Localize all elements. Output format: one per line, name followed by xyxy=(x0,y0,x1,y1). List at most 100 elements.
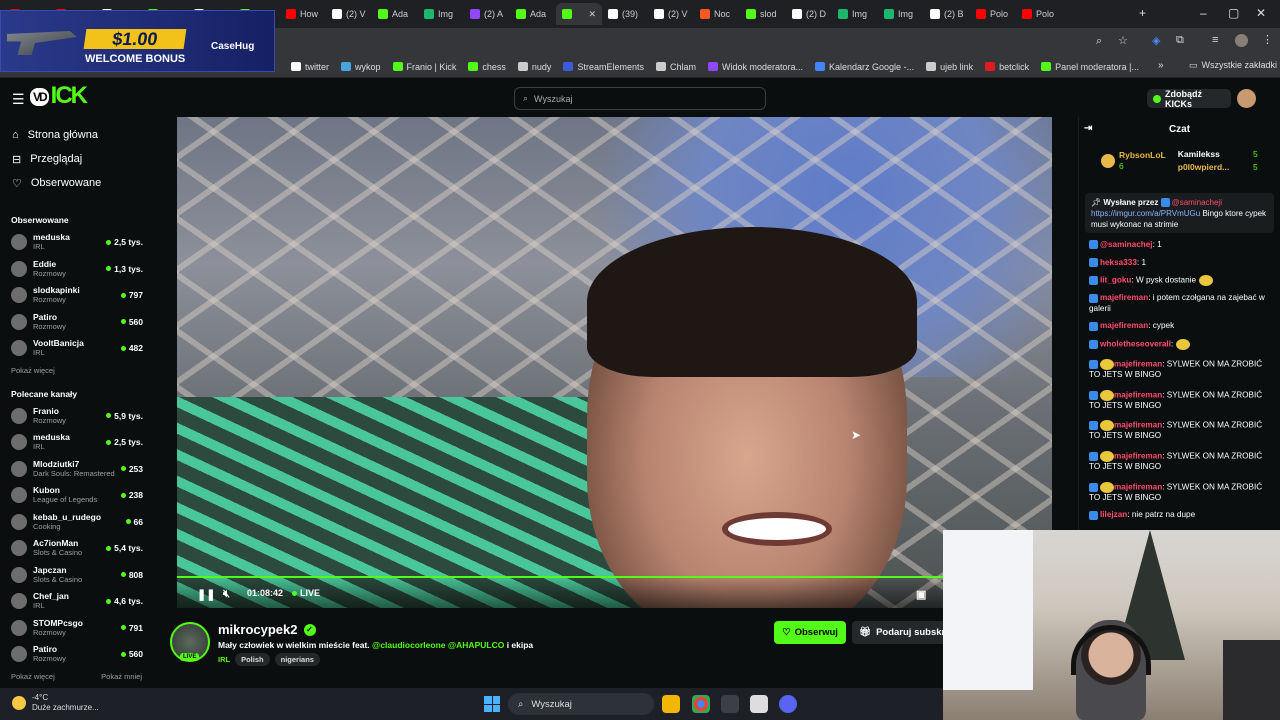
extension-icon[interactable]: ◈ xyxy=(1152,34,1160,47)
bookmark-item[interactable]: Kalendarz Google -... xyxy=(809,62,920,72)
chat-username[interactable]: wholetheseoverall xyxy=(1100,339,1171,348)
bookmark-item[interactable]: ujeb link xyxy=(920,62,979,72)
video-player[interactable] xyxy=(177,117,1052,608)
bookmark-item[interactable]: Franio | Kick xyxy=(387,62,463,72)
bookmark-item[interactable]: twitter xyxy=(285,62,335,72)
user-avatar[interactable] xyxy=(1237,89,1256,108)
channel-item[interactable]: Franio Rozmowy 5,9 tys. xyxy=(0,403,152,430)
close-tab-icon[interactable]: ✕ xyxy=(588,9,596,20)
nav-item[interactable]: ♡ Obserwowane xyxy=(0,171,152,195)
collapse-chat-icon[interactable]: ⇥ xyxy=(1084,123,1092,134)
star-icon[interactable]: ☆ xyxy=(1118,34,1128,47)
browser-tab[interactable]: How xyxy=(280,3,326,25)
tag[interactable]: Polish xyxy=(235,653,270,666)
get-kicks-button[interactable]: Zdobądź KICKs xyxy=(1147,89,1231,109)
channel-item[interactable]: Patiro Rozmowy 560 xyxy=(0,309,152,336)
channel-item[interactable]: meduska IRL 2,5 tys. xyxy=(0,229,152,256)
weather-widget[interactable]: -4°C Duże zachmurze... xyxy=(12,693,99,713)
chat-username[interactable]: majefireman xyxy=(1114,421,1162,430)
chat-username[interactable]: heksa333 xyxy=(1100,258,1137,267)
browser-tab[interactable]: Img xyxy=(418,3,464,25)
chat-username[interactable]: lilejzan xyxy=(1100,510,1127,519)
start-button[interactable] xyxy=(484,696,500,712)
chat-username[interactable]: @saminachej xyxy=(1100,240,1153,249)
browser-tab[interactable]: Noc xyxy=(694,3,740,25)
menu-icon[interactable]: ⋮ xyxy=(1262,33,1273,46)
follow-button[interactable]: ♡ Obserwuj xyxy=(774,621,846,644)
chat-username[interactable]: majefireman xyxy=(1114,482,1162,491)
browser-tab[interactable]: Img xyxy=(832,3,878,25)
pause-icon[interactable]: ❚❚ xyxy=(197,588,215,601)
progress-bar[interactable] xyxy=(177,576,1052,578)
show-more-recommended[interactable]: Pokaż więcej xyxy=(11,672,55,681)
chat-username[interactable]: majefireman xyxy=(1114,452,1162,461)
discord-icon[interactable] xyxy=(779,695,797,713)
show-less-recommended[interactable]: Pokaż mniej xyxy=(101,672,142,681)
bookmark-item[interactable]: betclick xyxy=(979,62,1035,72)
chat-username[interactable]: lit_goku xyxy=(1100,276,1131,285)
casehug-ad-banner[interactable]: $1.00 WELCOME BONUS CaseHug xyxy=(0,10,275,72)
browser-tab[interactable]: Polo xyxy=(970,3,1016,25)
channel-item[interactable]: Japczan Slots & Casino 808 xyxy=(0,562,152,589)
show-more-followed[interactable]: Pokaż więcej xyxy=(0,366,152,375)
nav-item[interactable]: ⊟ Przeglądaj xyxy=(0,147,152,171)
file-explorer-icon[interactable] xyxy=(662,695,680,713)
channel-item[interactable]: meduska IRL 2,5 tys. xyxy=(0,429,152,456)
bookmark-item[interactable]: Panel moderatora |... xyxy=(1035,62,1145,72)
puzzle-icon[interactable]: ⧉ xyxy=(1176,34,1184,47)
browser-tab[interactable]: Img xyxy=(878,3,924,25)
new-tab-button[interactable]: + xyxy=(1139,6,1146,20)
channel-item[interactable]: VooltBanicja IRL 482 xyxy=(0,335,152,362)
channel-item[interactable]: Kubon League of Legends 238 xyxy=(0,482,152,509)
pinned-link[interactable]: https://imgur.com/a/PRVmUGu xyxy=(1091,209,1200,218)
browser-tab[interactable]: (2) B xyxy=(924,3,970,25)
browser-tab[interactable]: Ada xyxy=(510,3,556,25)
hamburger-menu-icon[interactable]: ☰ xyxy=(12,91,25,108)
zoom-icon[interactable]: ⌕ xyxy=(1096,35,1102,48)
gift-sub-button[interactable]: 🎁︎ Podaruj subskry xyxy=(852,621,952,644)
channel-item[interactable]: Patiro Rozmowy 560 xyxy=(0,641,152,668)
browser-tab[interactable]: (2) A xyxy=(464,3,510,25)
bookmark-item[interactable]: nudy xyxy=(512,62,558,72)
kick-logo[interactable]: VD ICK xyxy=(30,82,88,110)
channel-item[interactable]: Eddie Rozmowy 1,3 tys. xyxy=(0,256,152,283)
channel-item[interactable]: slodkapinki Rozmowy 797 xyxy=(0,282,152,309)
channel-item[interactable]: Ac7ionMan Slots & Casino 5,4 tys. xyxy=(0,535,152,562)
bookmark-item[interactable]: Widok moderatora... xyxy=(702,62,809,72)
bookmark-item[interactable]: wykop xyxy=(335,62,387,72)
app-icon[interactable] xyxy=(721,695,739,713)
channel-item[interactable]: Mlodziutki7 Dark Souls: Remastered 253 xyxy=(0,456,152,483)
browser-tab[interactable]: Polo xyxy=(1016,3,1062,25)
browser-tab[interactable]: slod xyxy=(740,3,786,25)
mute-icon[interactable]: 🔇︎ xyxy=(223,588,230,601)
chat-username[interactable]: majefireman xyxy=(1100,321,1148,330)
app2-icon[interactable] xyxy=(750,695,768,713)
channel-item[interactable]: kebab_u_rudego Cooking 66 xyxy=(0,509,152,536)
all-bookmarks[interactable]: ▭ Wszystkie zakładki xyxy=(1189,60,1277,71)
browser-tab[interactable]: (2) V xyxy=(648,3,694,25)
channel-item[interactable]: Chef_jan IRL 4,6 tys. xyxy=(0,588,152,615)
pip-icon[interactable]: ▣ xyxy=(916,588,926,601)
chat-username[interactable]: majefireman xyxy=(1114,360,1162,369)
bookmark-item[interactable]: chess xyxy=(462,62,512,72)
media-icon[interactable]: ≡ xyxy=(1212,34,1218,46)
browser-tab[interactable]: (2) D xyxy=(786,3,832,25)
taskbar-search[interactable]: ⌕ Wyszukaj xyxy=(508,693,654,715)
tag[interactable]: nigerians xyxy=(274,653,320,666)
chat-username[interactable]: majefireman xyxy=(1114,390,1162,399)
channel-item[interactable]: STOMPcsgo Rozmowy 791 xyxy=(0,615,152,642)
search-input[interactable]: ⌕ Wyszukaj xyxy=(514,87,766,110)
category-link[interactable]: IRL xyxy=(218,655,230,664)
browser-tab[interactable]: Ada xyxy=(372,3,418,25)
browser-tab[interactable]: (2) V xyxy=(326,3,372,25)
profile-avatar[interactable] xyxy=(1235,34,1248,47)
nav-item[interactable]: ⌂ Strona główna xyxy=(0,123,152,147)
browser-tab[interactable]: ✕ xyxy=(556,3,602,25)
chat-username[interactable]: majefireman xyxy=(1100,293,1148,302)
browser-tab[interactable]: (39) xyxy=(602,3,648,25)
close-window-icon[interactable]: ✕ xyxy=(1256,6,1266,20)
minimize-icon[interactable]: – xyxy=(1200,6,1207,20)
bookmark-item[interactable]: Chlam xyxy=(650,62,702,72)
maximize-icon[interactable]: ▢ xyxy=(1228,6,1239,20)
bookmark-item[interactable]: StreamElements xyxy=(557,62,650,72)
